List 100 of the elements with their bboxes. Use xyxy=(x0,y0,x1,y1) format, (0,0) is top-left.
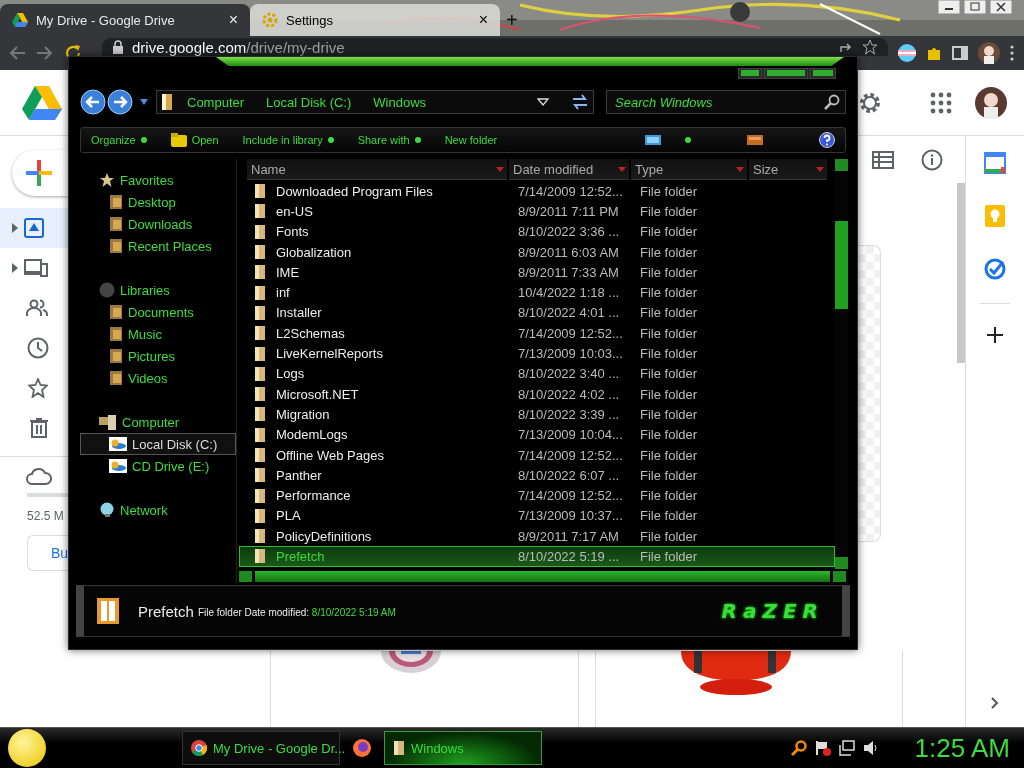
file-row[interactable]: Prefetch 8/10/2022 5:19 ... File folder xyxy=(239,546,835,567)
search-field[interactable]: Search Windows xyxy=(606,90,846,114)
command-button[interactable]: New folder xyxy=(444,134,498,146)
people-icon[interactable] xyxy=(26,299,48,317)
window-controls-icon[interactable] xyxy=(738,68,836,79)
nav-item[interactable]: Videos xyxy=(80,367,236,389)
address-bar[interactable]: drive.google.com/drive/my-drive xyxy=(102,38,888,56)
nav-item[interactable]: Recent Places xyxy=(80,235,236,257)
search-icon[interactable] xyxy=(790,740,807,756)
buy-storage-button[interactable]: Bu xyxy=(27,535,68,571)
command-button[interactable]: Organize xyxy=(91,134,147,146)
start-button[interactable] xyxy=(8,729,46,767)
new-button[interactable] xyxy=(12,150,68,196)
calendar-icon[interactable] xyxy=(984,152,1006,174)
help-icon[interactable] xyxy=(819,132,835,148)
file-row[interactable]: Offline Web Pages 7/14/2009 12:52... File folder xyxy=(239,444,835,466)
file-row[interactable]: en-US 8/9/2011 7:11 PM File folder xyxy=(239,201,835,222)
nav-item[interactable]: Pictures xyxy=(80,345,236,367)
file-row[interactable]: inf 10/4/2022 1:18 ... File folder xyxy=(239,282,835,303)
nav-item[interactable]: Music xyxy=(80,323,236,345)
address-bar[interactable]: Computer Local Disk (C:) Windows xyxy=(156,90,594,114)
taskbar-button[interactable]: Windows xyxy=(384,731,542,765)
file-row[interactable]: IME 8/9/2011 7:33 AM File folder xyxy=(239,262,835,283)
search-icon[interactable] xyxy=(824,94,840,110)
file-row[interactable]: LiveKernelReports 7/13/2009 10:03... File folder xyxy=(239,343,835,364)
check-circle-icon[interactable] xyxy=(984,258,1006,280)
taskbar-button[interactable] xyxy=(352,738,372,758)
clock-icon[interactable] xyxy=(27,337,49,359)
nav-item[interactable]: Network xyxy=(80,499,236,521)
cloud-icon[interactable] xyxy=(26,467,52,485)
preview-pane-icon[interactable] xyxy=(747,134,763,146)
browser-tab[interactable]: Settings × xyxy=(250,4,500,36)
close-tab-button[interactable]: × xyxy=(478,11,488,29)
trash-icon[interactable] xyxy=(30,418,48,438)
vertical-scrollbar[interactable] xyxy=(835,159,848,569)
more-menu-icon[interactable] xyxy=(1010,45,1014,61)
sidebar-icon[interactable] xyxy=(952,45,968,61)
file-row[interactable]: Logs 8/10/2022 3:40 ... File folder xyxy=(239,363,835,384)
nav-item[interactable]: Computer xyxy=(80,411,236,433)
column-header[interactable]: Size xyxy=(749,159,827,180)
avatar-icon[interactable] xyxy=(978,42,1000,64)
nav-item[interactable]: CD Drive (E:) xyxy=(80,455,236,477)
file-row[interactable]: Installer 8/10/2022 4:01 ... File folder xyxy=(239,302,835,324)
avatar-icon[interactable] xyxy=(975,86,1007,119)
caret-icon[interactable] xyxy=(140,99,148,105)
back-forward-icon[interactable] xyxy=(80,89,134,115)
file-row[interactable]: Microsoft.NET 8/10/2022 4:02 ... File folder xyxy=(239,383,835,405)
star-icon[interactable] xyxy=(862,39,878,55)
star-icon[interactable] xyxy=(28,378,48,398)
nav-item[interactable]: Favorites xyxy=(80,169,236,191)
settings-icon[interactable] xyxy=(858,90,882,115)
dropdown-dot-icon[interactable] xyxy=(685,137,691,143)
breadcrumb[interactable]: Local Disk (C:) xyxy=(258,94,360,110)
browser-tab[interactable]: My Drive - Google Drive × xyxy=(0,4,250,36)
apps-grid-icon[interactable] xyxy=(929,90,953,115)
breadcrumb[interactable]: Computer xyxy=(179,94,253,110)
plus-icon[interactable] xyxy=(987,327,1003,343)
file-row[interactable]: Migration 8/10/2022 3:39 ... File folder xyxy=(239,404,835,425)
forward-icon[interactable] xyxy=(36,45,54,61)
info-icon[interactable] xyxy=(921,149,943,171)
nav-item[interactable]: Libraries xyxy=(80,279,236,301)
file-row[interactable]: Performance 7/14/2009 12:52... File folder xyxy=(239,485,835,506)
close-tab-button[interactable]: × xyxy=(228,11,238,29)
devices-icon[interactable] xyxy=(24,259,48,277)
scrollbar[interactable] xyxy=(957,183,965,363)
list-view-icon[interactable] xyxy=(872,151,894,169)
nav-item[interactable]: Downloads xyxy=(80,213,236,235)
nav-item[interactable]: Desktop xyxy=(80,191,236,213)
horizontal-scrollbar[interactable] xyxy=(239,570,846,583)
command-button[interactable]: Share with xyxy=(357,134,421,146)
file-row[interactable]: Panther 8/10/2022 6:07 ... File folder xyxy=(239,465,835,486)
minimize-icon[interactable] xyxy=(938,0,960,14)
command-button[interactable]: Include in library xyxy=(242,134,334,146)
back-icon[interactable] xyxy=(8,45,26,61)
flag-icon[interactable] xyxy=(814,740,831,756)
file-row[interactable]: PLA 7/13/2009 10:37... File folder xyxy=(239,505,835,527)
flag-icon[interactable] xyxy=(898,44,916,62)
network-icon[interactable] xyxy=(838,740,855,756)
dropdown-arrow-icon[interactable] xyxy=(537,98,549,106)
file-row[interactable]: Downloaded Program Files 7/14/2009 12:52... File folder xyxy=(239,181,835,202)
file-row[interactable]: Globalization 8/9/2011 6:03 AM File folder xyxy=(239,241,835,263)
file-row[interactable]: PolicyDefinitions 8/9/2011 7:17 AM File folder xyxy=(239,526,835,547)
clock[interactable]: 1:25 AM xyxy=(914,732,1010,764)
nav-item[interactable]: Local Disk (C:) xyxy=(80,433,236,455)
column-header[interactable]: Date modified xyxy=(509,159,629,180)
puzzle-icon[interactable] xyxy=(926,45,942,61)
volume-icon[interactable] xyxy=(862,740,879,756)
command-button[interactable]: Open xyxy=(170,133,219,147)
view-icon[interactable] xyxy=(645,134,661,146)
file-row[interactable]: L2Schemas 7/14/2009 12:52... File folder xyxy=(239,323,835,344)
file-row[interactable]: ModemLogs 7/13/2009 10:04... File folder xyxy=(239,424,835,445)
breadcrumb[interactable]: Windows xyxy=(365,94,435,110)
my-drive-icon[interactable] xyxy=(24,218,44,238)
refresh-icon[interactable] xyxy=(571,93,589,111)
column-header[interactable]: Type xyxy=(631,159,747,180)
close-icon[interactable] xyxy=(990,0,1012,14)
chevron-right-icon[interactable] xyxy=(991,697,999,709)
nav-item[interactable] xyxy=(0,208,68,248)
file-row[interactable]: Fonts 8/10/2022 3:36 ... File folder xyxy=(239,221,835,242)
nav-item[interactable]: Documents xyxy=(80,301,236,323)
